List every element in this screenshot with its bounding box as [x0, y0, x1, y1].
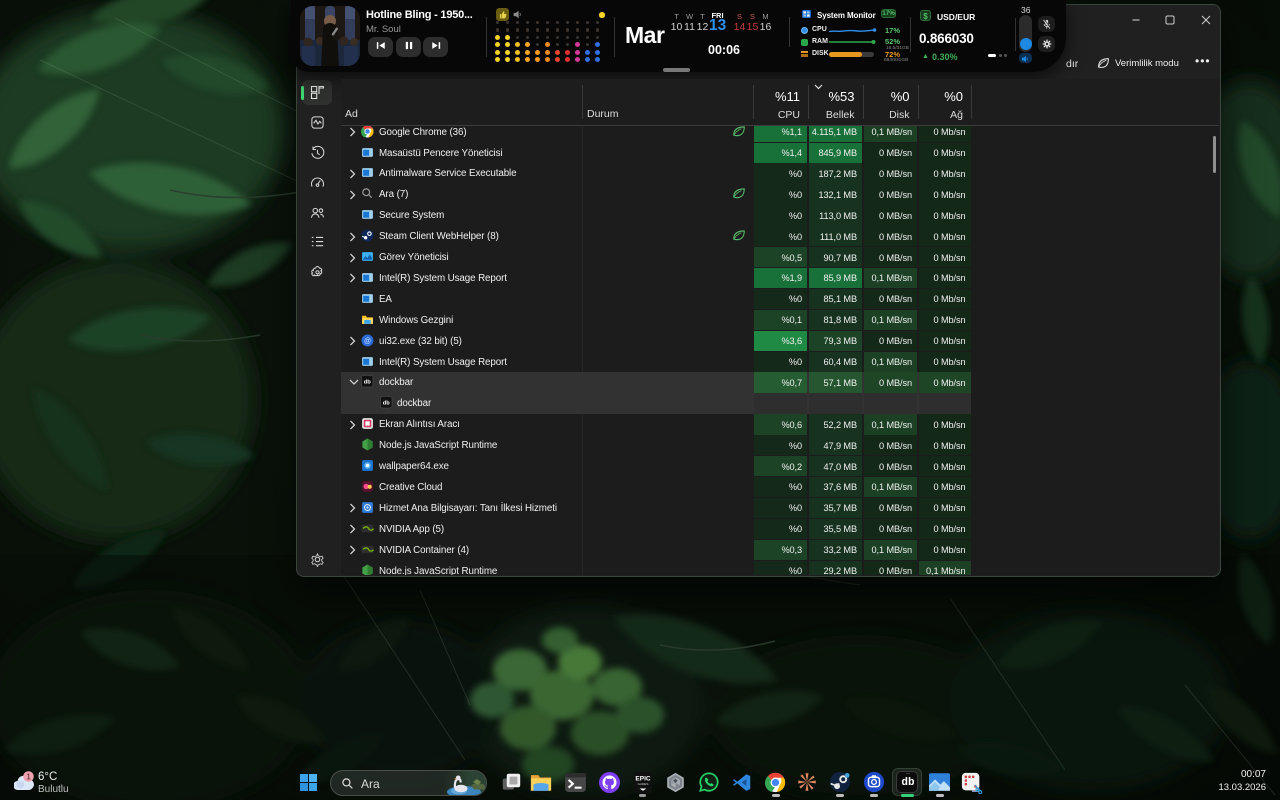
svg-text:GAMES: GAMES: [638, 782, 649, 786]
